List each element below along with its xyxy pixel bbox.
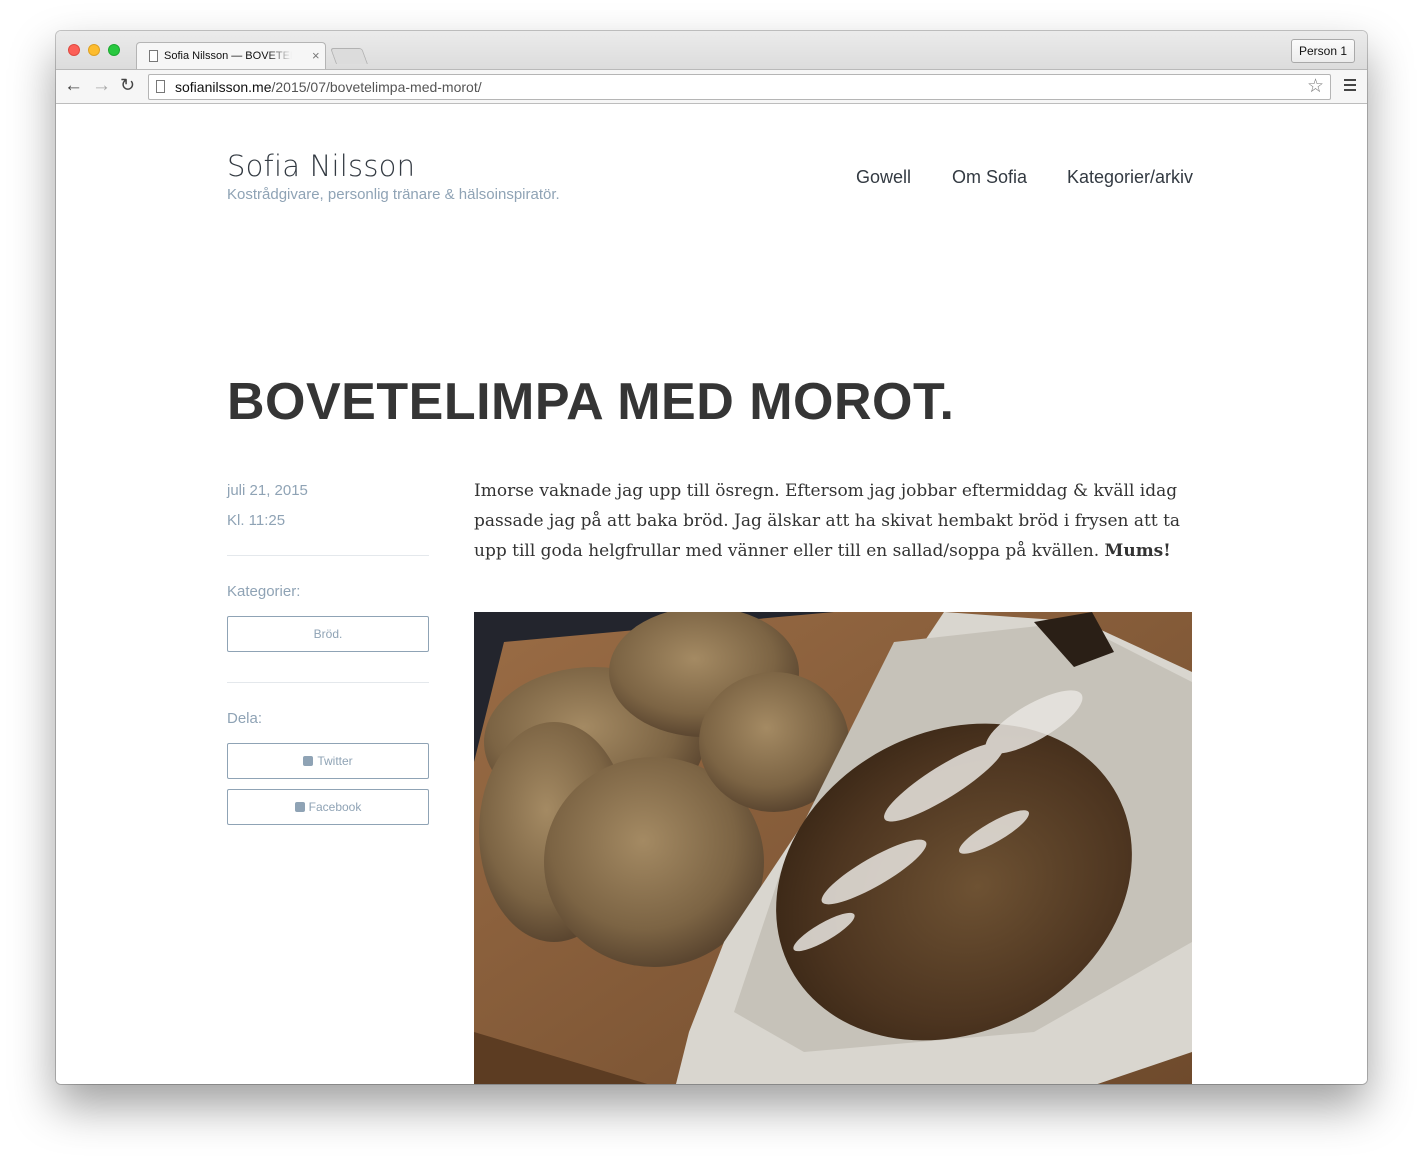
post-date: juli 21, 2015 xyxy=(227,482,308,499)
tab-close-icon[interactable]: × xyxy=(312,48,320,63)
facebook-label: Facebook xyxy=(308,800,362,814)
page-content: Sofia Nilsson Kostrådgivare, personlig t… xyxy=(56,104,1367,1084)
tab-title: Sofia Nilsson — BOVETELIMPA MED MOROT. xyxy=(164,50,292,62)
site-tagline: Kostrådgivare, personlig tränare & hälso… xyxy=(227,186,560,203)
post-body: Imorse vaknade jag upp till ösregn. Efte… xyxy=(474,476,1199,566)
nav-link-kategorier-arkiv[interactable]: Kategorier/arkiv xyxy=(1067,167,1193,188)
page-icon xyxy=(149,50,158,62)
menu-icon[interactable] xyxy=(1344,79,1356,94)
nav-link-gowell[interactable]: Gowell xyxy=(856,167,911,188)
browser-window: Sofia Nilsson — BOVETELIMPA MED MOROT. ×… xyxy=(56,31,1367,1084)
minimize-window-button[interactable] xyxy=(88,44,100,56)
url-host: sofianilsson.me xyxy=(175,79,272,95)
new-tab-button[interactable] xyxy=(330,48,368,64)
browser-toolbar: ← → ↻ sofianilsson.me/2015/07/bovetelimp… xyxy=(56,69,1367,104)
share-twitter-button[interactable]: Twitter xyxy=(227,743,429,779)
nav-link-om-sofia[interactable]: Om Sofia xyxy=(952,167,1027,188)
post-photo-bread xyxy=(474,612,1192,1084)
reload-icon[interactable]: ↻ xyxy=(120,75,135,96)
url-text[interactable]: sofianilsson.me/2015/07/bovetelimpa-med-… xyxy=(175,79,482,95)
twitter-icon xyxy=(303,756,314,766)
browser-tab[interactable]: Sofia Nilsson — BOVETELIMPA MED MOROT. × xyxy=(136,42,326,69)
browser-tabstrip: Sofia Nilsson — BOVETELIMPA MED MOROT. ×… xyxy=(56,31,1367,69)
share-facebook-button[interactable]: Facebook xyxy=(227,789,429,825)
sidebar-divider xyxy=(227,682,429,683)
close-window-button[interactable] xyxy=(68,44,80,56)
twitter-label: Twitter xyxy=(317,754,353,768)
address-bar[interactable]: sofianilsson.me/2015/07/bovetelimpa-med-… xyxy=(148,74,1331,100)
category-button-brod[interactable]: Bröd. xyxy=(227,616,429,652)
star-icon[interactable]: ☆ xyxy=(1307,75,1324,98)
page-icon xyxy=(156,80,165,93)
back-icon[interactable]: ← xyxy=(64,75,83,97)
profile-button[interactable]: Person 1 xyxy=(1290,39,1355,63)
site-title[interactable]: Sofia Nilsson xyxy=(227,149,415,183)
forward-icon[interactable]: → xyxy=(92,75,111,97)
url-path: /2015/07/bovetelimpa-med-morot/ xyxy=(271,79,482,95)
post-title: BOVETELIMPA MED MOROT. xyxy=(227,373,955,431)
post-body-bold: Mums! xyxy=(1104,541,1171,561)
post-time: Kl. 11:25 xyxy=(227,512,286,529)
sidebar-divider xyxy=(227,555,429,556)
categories-label: Kategorier: xyxy=(227,583,301,600)
bread-photo-illustration xyxy=(474,612,1192,1084)
zoom-window-button[interactable] xyxy=(108,44,120,56)
post-body-text: Imorse vaknade jag upp till ösregn. Efte… xyxy=(474,481,1181,561)
facebook-icon xyxy=(294,802,305,812)
share-label: Dela: xyxy=(227,710,263,727)
